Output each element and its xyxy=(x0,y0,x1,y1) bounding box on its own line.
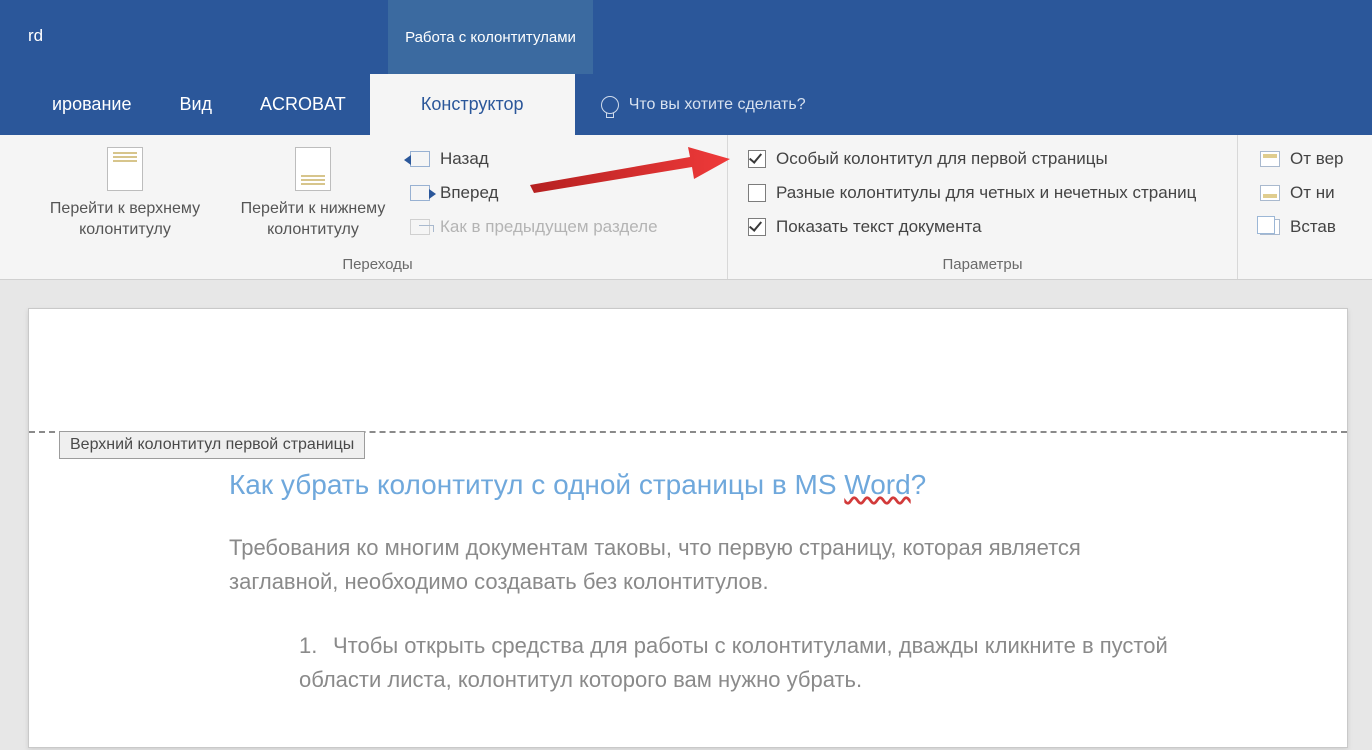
document-list-item: 1.Чтобы открыть средства для работы с ко… xyxy=(229,629,1177,697)
document-paragraph: Требования ко многим документам таковы, … xyxy=(229,531,1177,599)
tab-designer[interactable]: Конструктор xyxy=(370,74,575,135)
spelling-error: Word xyxy=(844,469,910,500)
document-body: Как убрать колонтитул с одной страницы в… xyxy=(229,469,1177,697)
footer-from-bottom-field[interactable]: От ни xyxy=(1260,183,1356,203)
nav-back-icon xyxy=(410,151,430,167)
checkbox-icon xyxy=(748,150,766,168)
header-top-icon xyxy=(1260,151,1280,167)
goto-footer-button[interactable]: Перейти к нижнему колонтитулу xyxy=(228,141,398,241)
nav-forward-icon xyxy=(410,185,430,201)
show-document-text-checkbox[interactable]: Показать текст документа xyxy=(748,217,1240,237)
page-bottom-icon xyxy=(295,147,331,191)
header-section-tag: Верхний колонтитул первой страницы xyxy=(59,431,365,459)
goto-header-button[interactable]: Перейти к верхнему колонтитулу xyxy=(40,141,210,241)
title-upper-row: rd Работа с колонтитулами xyxy=(28,0,1372,74)
goto-footer-label: Перейти к нижнему колонтитулу xyxy=(241,199,386,241)
checkbox-icon xyxy=(748,218,766,236)
page-top-icon xyxy=(107,147,143,191)
document-title: Как убрать колонтитул с одной страницы в… xyxy=(229,469,1177,501)
different-odd-even-checkbox[interactable]: Разные колонтитулы для четных и нечетных… xyxy=(748,183,1240,203)
link-prev-icon xyxy=(410,219,430,235)
ribbon-group-options: Особый колонтитул для первой страницы Ра… xyxy=(728,135,1238,279)
nav-small-buttons: Назад Вперед Как в предыдущем разделе xyxy=(402,141,692,241)
different-first-page-checkbox[interactable]: Особый колонтитул для первой страницы xyxy=(748,149,1240,169)
document-page[interactable]: Верхний колонтитул первой страницы Как у… xyxy=(28,308,1348,748)
insert-icon xyxy=(1260,219,1280,235)
goto-header-label: Перейти к верхнему колонтитулу xyxy=(50,199,200,241)
nav-forward-button[interactable]: Вперед xyxy=(410,183,688,203)
ribbon-group-position: От вер От ни Встав xyxy=(1238,135,1368,279)
insert-alignment-tab-button[interactable]: Встав xyxy=(1260,217,1356,237)
tab-view[interactable]: Вид xyxy=(155,74,236,135)
ribbon-tabs-row: ирование Вид ACROBAT Конструктор Что вы … xyxy=(28,74,1372,135)
nav-back-button[interactable]: Назад xyxy=(410,149,688,169)
ribbon: Перейти к верхнему колонтитулу Перейти к… xyxy=(0,135,1372,280)
nav-big-buttons: Перейти к верхнему колонтитулу Перейти к… xyxy=(40,141,398,241)
tell-me-placeholder: Что вы хотите сделать? xyxy=(629,96,806,114)
checkbox-icon xyxy=(748,184,766,202)
ribbon-group-navigation: Перейти к верхнему колонтитулу Перейти к… xyxy=(28,135,728,279)
tab-acrobat[interactable]: ACROBAT xyxy=(236,74,370,135)
document-workspace: Верхний колонтитул первой страницы Как у… xyxy=(0,280,1372,750)
tell-me-search[interactable]: Что вы хотите сделать? xyxy=(575,74,975,135)
title-bar: rd Работа с колонтитулами ирование Вид A… xyxy=(0,0,1372,135)
app-title-fragment: rd xyxy=(28,0,43,46)
contextual-tab-header-footer: Работа с колонтитулами xyxy=(388,0,593,74)
options-group-caption: Параметры xyxy=(728,256,1237,273)
nav-group-caption: Переходы xyxy=(28,256,727,273)
header-from-top-field[interactable]: От вер xyxy=(1260,149,1356,169)
tab-editing[interactable]: ирование xyxy=(28,74,155,135)
lightbulb-icon xyxy=(601,96,619,114)
footer-bottom-icon xyxy=(1260,185,1280,201)
link-to-previous-button: Как в предыдущем разделе xyxy=(410,217,688,237)
